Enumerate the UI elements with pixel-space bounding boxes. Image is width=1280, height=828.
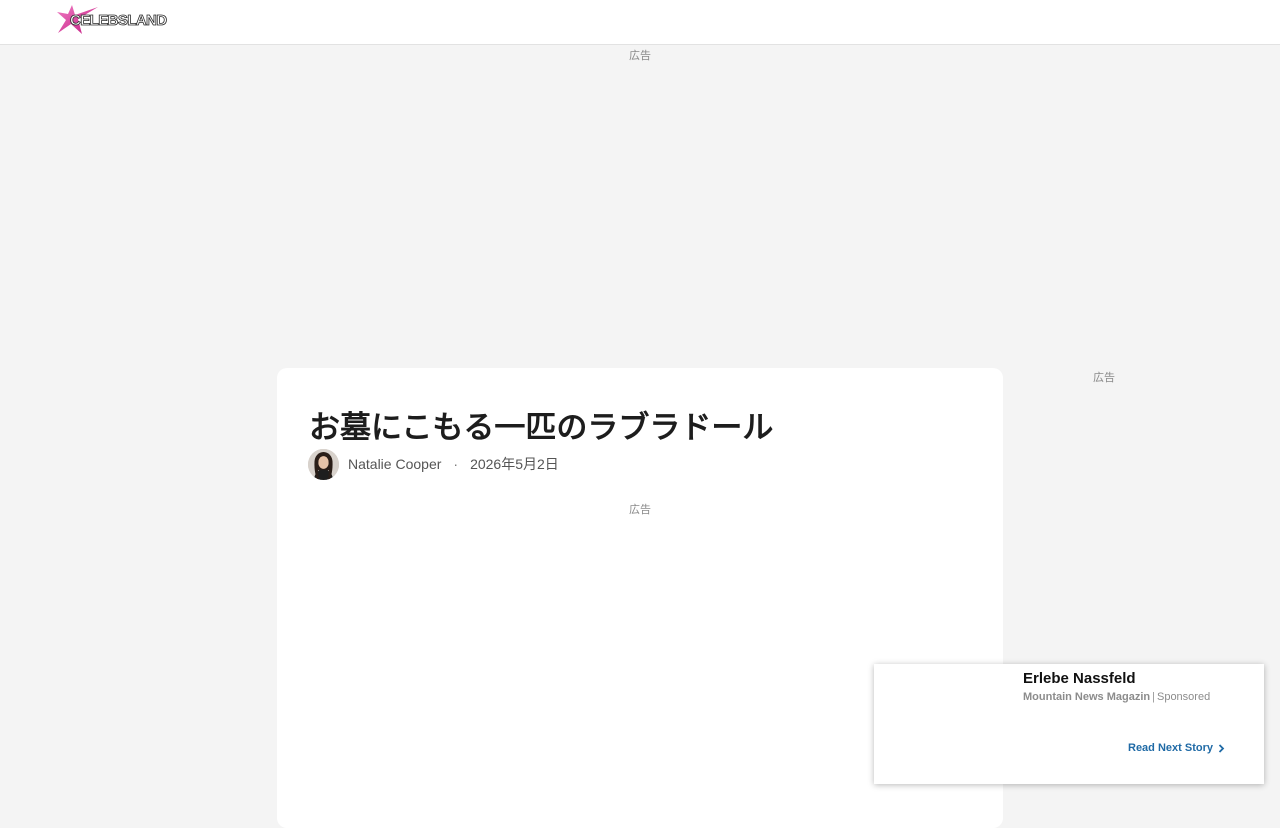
author-avatar[interactable] xyxy=(308,448,339,480)
publish-date: 2026年5月2日 xyxy=(470,456,559,472)
sponsored-thumbnail[interactable] xyxy=(874,664,1014,784)
sponsored-label: Sponsored xyxy=(1156,691,1211,703)
chevron-right-icon xyxy=(1218,743,1225,753)
site-header: CELEBSLAND xyxy=(0,0,1280,45)
ad-label-side: 広告 xyxy=(1093,371,1115,384)
byline-separator: · xyxy=(453,456,459,472)
ad-label-top: 広告 xyxy=(629,49,651,62)
sponsored-widget[interactable]: Erlebe Nassfeld Mountain News Magazin | Sp… xyxy=(874,664,1264,784)
sponsored-meta: Mountain News Magazin | Sponsored xyxy=(1023,691,1210,703)
sponsored-source: Mountain News Magazin xyxy=(1023,691,1151,703)
sponsored-separator: | xyxy=(1152,691,1155,703)
sponsored-title-link[interactable]: Erlebe Nassfeld xyxy=(1023,670,1136,687)
logo-text: CELEBSLAND xyxy=(70,12,168,30)
ad-label-inline: 広告 xyxy=(629,503,651,516)
byline: Natalie Cooper · 2026年5月2日 xyxy=(308,448,559,480)
read-next-label: Read Next Story xyxy=(1128,742,1213,754)
article-title: お墓にこもる一匹のラブラドール xyxy=(309,410,774,446)
avatar-portrait-icon xyxy=(308,448,339,480)
author-name-link[interactable]: Natalie Cooper xyxy=(348,456,441,472)
read-next-story-button[interactable]: Read Next Story xyxy=(1128,742,1225,754)
site-logo[interactable]: CELEBSLAND xyxy=(56,3,168,37)
